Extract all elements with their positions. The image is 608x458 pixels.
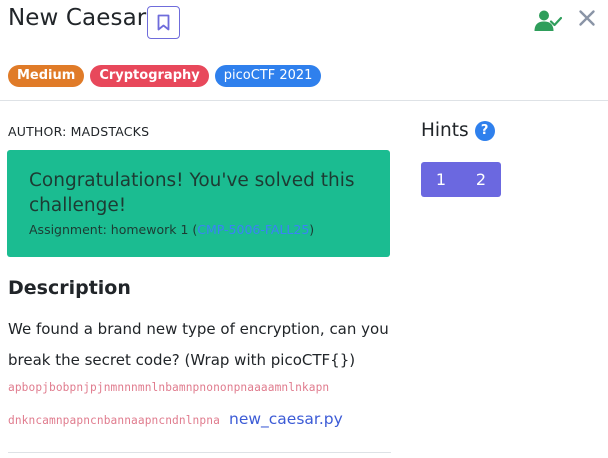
file-download-link[interactable]: new_caesar.py bbox=[229, 410, 343, 428]
ciphertext-line-2-row: dnkncamnpapncnbannaapncndnlnpna new_caes… bbox=[8, 409, 343, 428]
hint-buttons: 1 2 bbox=[421, 162, 501, 197]
assignment-prefix: Assignment: homework 1 ( bbox=[29, 222, 198, 237]
category-tag[interactable]: Cryptography bbox=[90, 65, 209, 87]
bookmark-icon bbox=[157, 14, 170, 31]
challenge-header: New Caesar Medium Cryptography picoCTF 2… bbox=[0, 0, 608, 101]
hint-2-button[interactable]: 2 bbox=[461, 162, 501, 197]
solved-message: Congratulations! You've solved this chal… bbox=[29, 170, 355, 216]
close-icon[interactable] bbox=[578, 9, 596, 27]
user-check-icon bbox=[534, 10, 562, 31]
ciphertext-line-1: apbopjbobpnjpjnmnnnmnlnbamnpnononpnaaaam… bbox=[8, 381, 330, 394]
event-tag[interactable]: picoCTF 2021 bbox=[214, 65, 322, 87]
ciphertext-line-2: dnkncamnpapncnbannaapncndnlnpna bbox=[8, 414, 220, 427]
question-icon[interactable]: ? bbox=[474, 120, 495, 141]
assignment-suffix: ) bbox=[309, 222, 315, 237]
page-title: New Caesar bbox=[8, 5, 147, 31]
divider bbox=[8, 452, 391, 453]
difficulty-tag[interactable]: Medium bbox=[8, 65, 85, 87]
description-heading: Description bbox=[8, 277, 131, 299]
tag-list: Medium Cryptography picoCTF 2021 bbox=[8, 65, 322, 87]
hints-heading-row: Hints ? bbox=[421, 120, 495, 141]
bookmark-button[interactable] bbox=[147, 6, 180, 39]
description-text: We found a brand new type of encryption,… bbox=[8, 320, 389, 369]
hints-heading: Hints bbox=[421, 120, 469, 141]
hint-1-button[interactable]: 1 bbox=[421, 162, 461, 197]
assignment-code-link[interactable]: CMP-5006-FALL25 bbox=[197, 222, 309, 237]
author-label: AUTHOR: MADSTACKS bbox=[8, 124, 150, 139]
solved-banner: Congratulations! You've solved this chal… bbox=[7, 150, 390, 257]
assignment-info: Assignment: homework 1 (CMP-5006-FALL25) bbox=[29, 222, 390, 237]
